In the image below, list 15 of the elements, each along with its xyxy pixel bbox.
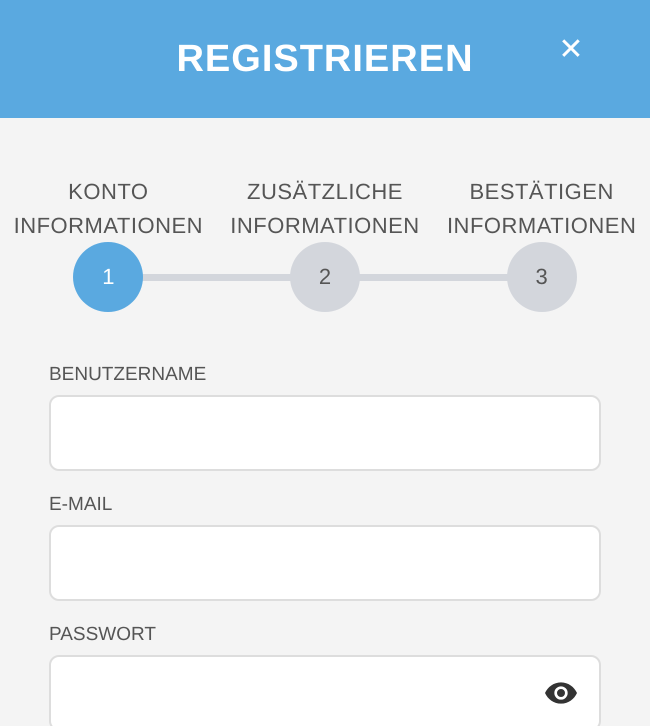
field-label: PASSWORT	[49, 624, 157, 646]
password-field[interactable]	[49, 655, 601, 726]
close-button[interactable]: ✕	[550, 28, 592, 70]
eye-icon[interactable]	[545, 682, 577, 704]
field-label: BENUTZERNAME	[49, 364, 208, 386]
step-label: BESTÄTIGEN INFORMATIONEN	[446, 178, 638, 240]
step-indicator[interactable]: 3	[506, 242, 577, 312]
step-indicator[interactable]: 2	[290, 242, 360, 312]
dialog-title: REGISTRIEREN	[176, 38, 474, 80]
step-label: KONTO INFORMATIONEN	[12, 178, 204, 240]
step-indicator[interactable]: 1	[73, 242, 144, 312]
input-field[interactable]	[49, 525, 601, 601]
step-label: ZUSÄTZLICHE INFORMATIONEN	[229, 178, 421, 240]
field-label: E-MAIL	[49, 494, 114, 516]
input-field[interactable]	[49, 395, 601, 471]
